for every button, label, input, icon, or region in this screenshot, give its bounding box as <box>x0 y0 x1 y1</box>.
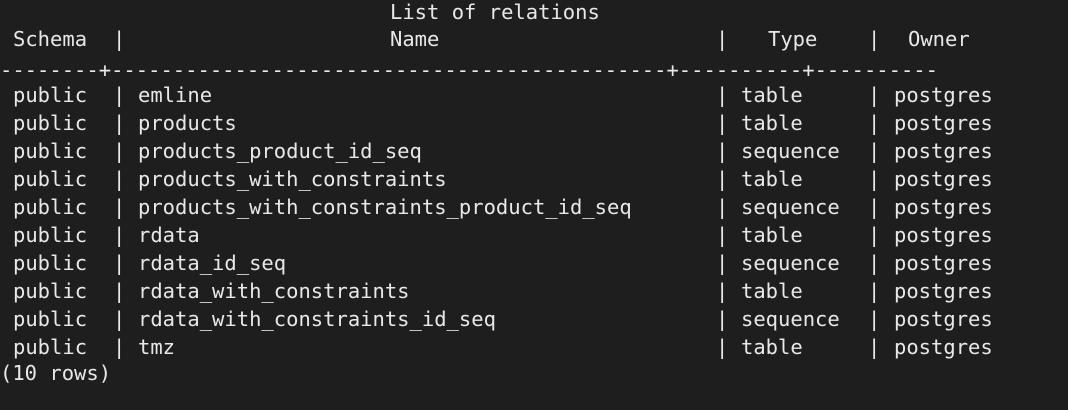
column-pipe: | <box>113 195 126 219</box>
table-row: public | products_with_constraints | table | p… <box>0 165 1068 193</box>
cell-name: products_with_constraints_product_id_seq <box>138 195 632 219</box>
cell-name: products_with_constraints <box>138 167 447 191</box>
table-row: public | products | table | postgres <box>0 109 1068 137</box>
column-pipe: | <box>716 83 729 107</box>
cell-owner: postgres <box>894 195 993 219</box>
column-pipe: | <box>868 279 881 303</box>
header-row: Schema | Name | Type | Owner <box>0 25 1068 53</box>
cell-type: table <box>741 83 803 107</box>
cell-owner: postgres <box>894 111 993 135</box>
cell-name: rdata_id_seq <box>138 251 287 275</box>
cell-owner: postgres <box>894 223 993 247</box>
column-pipe: | <box>716 335 729 359</box>
column-pipe: | <box>716 195 729 219</box>
cell-schema: public <box>13 279 88 303</box>
column-pipe: | <box>113 223 126 247</box>
cell-name: tmz <box>138 335 176 359</box>
cell-owner: postgres <box>894 307 993 331</box>
header-schema: Schema <box>13 27 88 51</box>
column-pipe: | <box>716 139 729 163</box>
cell-schema: public <box>13 251 88 275</box>
column-pipe: | <box>868 251 881 275</box>
cell-owner: postgres <box>894 167 993 191</box>
table-row: public | rdata_id_seq | sequence | postgres <box>0 249 1068 277</box>
table-row: public | products_with_constraints_product… <box>0 193 1068 221</box>
cell-owner: postgres <box>894 279 993 303</box>
column-pipe: | <box>113 251 126 275</box>
column-pipe: | <box>716 307 729 331</box>
cell-owner: postgres <box>894 139 993 163</box>
table-row: public | rdata_with_constraints | table | post… <box>0 277 1068 305</box>
column-pipe: | <box>113 167 126 191</box>
column-pipe: | <box>113 111 126 135</box>
header-name: Name <box>390 27 440 51</box>
column-pipe: | <box>868 195 881 219</box>
header-type: Type <box>768 27 818 51</box>
cell-type: table <box>741 223 803 247</box>
column-pipe: | <box>113 139 126 163</box>
cell-name: rdata <box>138 223 200 247</box>
cell-name: products_product_id_seq <box>138 139 422 163</box>
column-pipe: | <box>113 335 126 359</box>
header-pipe: | <box>716 27 729 51</box>
cell-schema: public <box>13 223 88 247</box>
column-pipe: | <box>113 83 126 107</box>
column-pipe: | <box>868 167 881 191</box>
cell-owner: postgres <box>894 335 993 359</box>
cell-schema: public <box>13 139 88 163</box>
cell-owner: postgres <box>894 83 993 107</box>
cell-schema: public <box>13 167 88 191</box>
column-pipe: | <box>716 279 729 303</box>
table-row: public | rdata_with_constraints_id_seq | seq… <box>0 305 1068 333</box>
table-title: List of relations <box>390 0 600 24</box>
cell-type: table <box>741 167 803 191</box>
column-pipe: | <box>868 139 881 163</box>
column-pipe: | <box>868 307 881 331</box>
cell-type: table <box>741 335 803 359</box>
table-row: public | tmz | table | postgres <box>0 333 1068 361</box>
column-pipe: | <box>113 279 126 303</box>
cell-owner: postgres <box>894 251 993 275</box>
column-pipe: | <box>716 251 729 275</box>
cell-name: rdata_with_constraints <box>138 279 410 303</box>
cell-schema: public <box>13 111 88 135</box>
cell-type: sequence <box>741 195 840 219</box>
column-pipe: | <box>716 111 729 135</box>
cell-schema: public <box>13 335 88 359</box>
header-pipe: | <box>868 27 881 51</box>
column-pipe: | <box>716 223 729 247</box>
cell-name: emline <box>138 83 213 107</box>
title-line: List of relations <box>0 0 1068 28</box>
cell-schema: public <box>13 307 88 331</box>
column-pipe: | <box>868 111 881 135</box>
cell-schema: public <box>13 83 88 107</box>
column-pipe: | <box>868 83 881 107</box>
terminal-output: List of relations Schema | Name | Type |… <box>0 0 1068 410</box>
table-row: public | rdata | table | postgres <box>0 221 1068 249</box>
cell-type: sequence <box>741 251 840 275</box>
cell-type: sequence <box>741 139 840 163</box>
column-pipe: | <box>868 335 881 359</box>
cell-type: table <box>741 279 803 303</box>
header-pipe: | <box>113 27 126 51</box>
cell-type: sequence <box>741 307 840 331</box>
column-pipe: | <box>716 167 729 191</box>
header-separator: --------+-------------------------------… <box>0 58 938 82</box>
cell-name: rdata_with_constraints_id_seq <box>138 307 496 331</box>
table-row: public | products_product_id_seq | sequence |… <box>0 137 1068 165</box>
cell-schema: public <box>13 195 88 219</box>
column-pipe: | <box>868 223 881 247</box>
column-pipe: | <box>113 307 126 331</box>
header-owner: Owner <box>908 27 970 51</box>
cell-type: table <box>741 111 803 135</box>
row-count-footer: (10 rows) <box>0 361 112 385</box>
table-row: public | emline | table | postgres <box>0 81 1068 109</box>
cell-name: products <box>138 111 237 135</box>
